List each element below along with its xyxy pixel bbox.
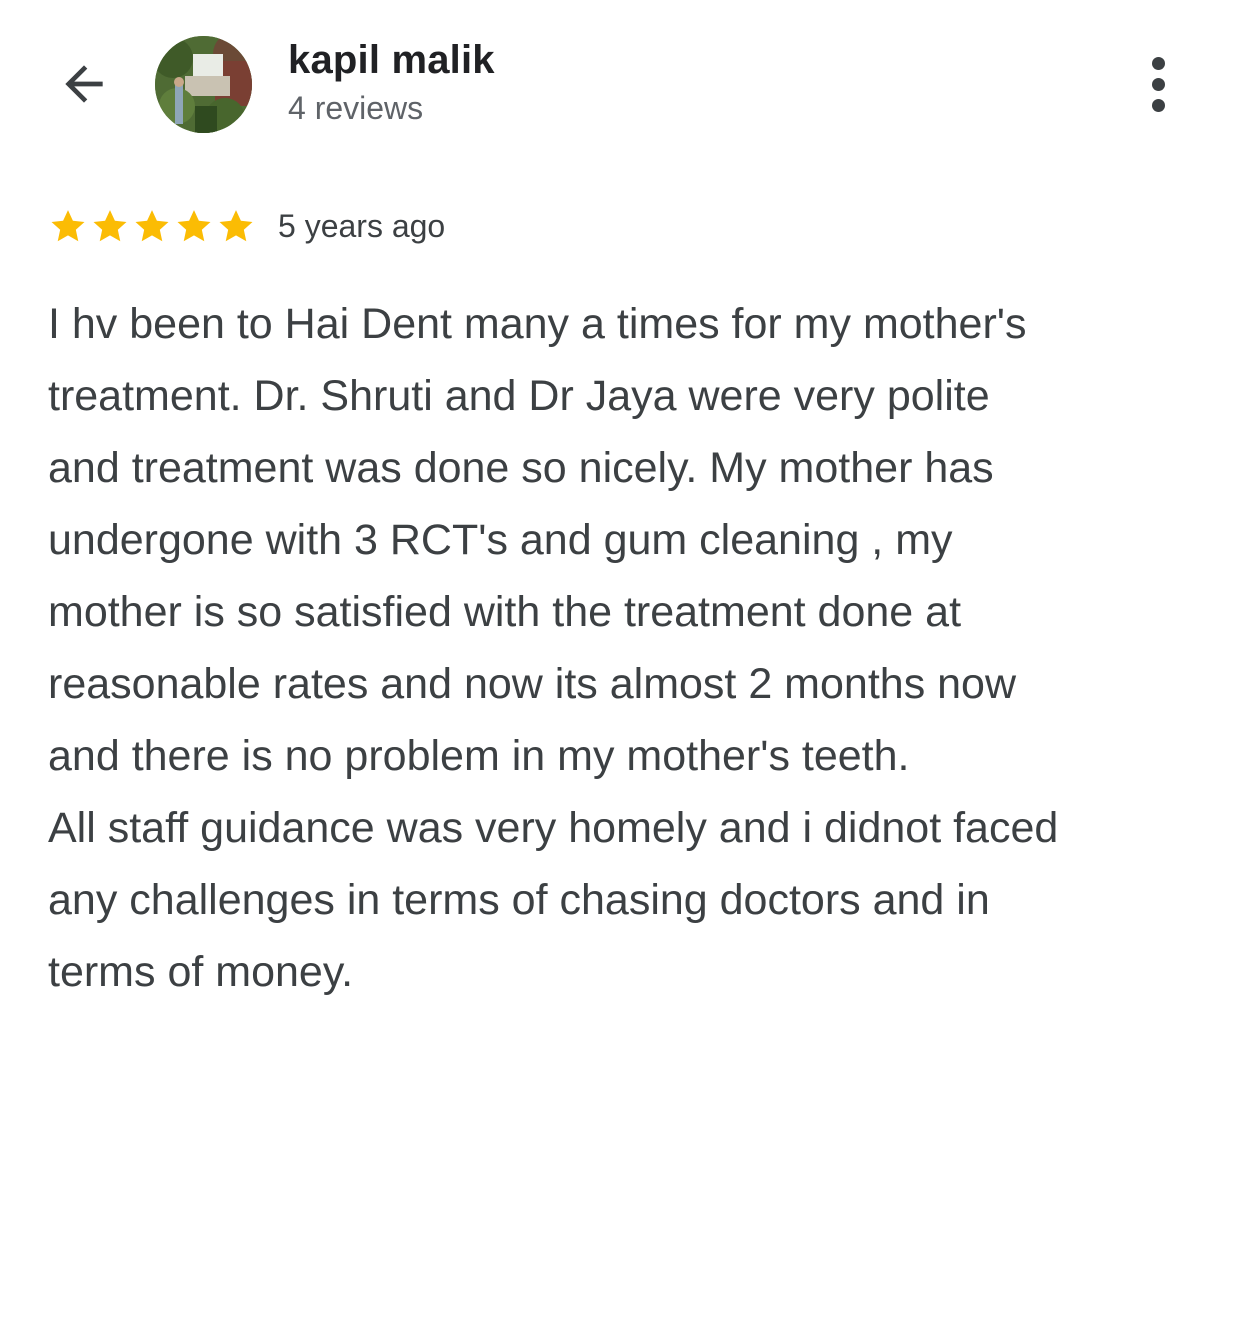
review-text: I hv been to Hai Dent many a times for m…: [48, 288, 1208, 1008]
more-vert-icon: [1151, 56, 1165, 70]
review-text-line: any challenges in terms of chasing docto…: [48, 876, 990, 924]
star-icon: [51, 210, 85, 242]
more-vert-icon-dot: [1151, 77, 1165, 91]
review-text-line: All staff guidance was very homely and i…: [48, 804, 1059, 852]
avatar-photo: [155, 36, 252, 133]
review-meta: 5 years ago: [48, 204, 445, 248]
review-text-line: mother is so satisfied with the treatmen…: [48, 588, 962, 636]
star-icon: [219, 210, 253, 242]
review-text-line: and treatment was done so nicely. My mot…: [48, 444, 994, 492]
review-text-line: terms of money.: [48, 948, 354, 996]
arrow-left-icon: [65, 65, 103, 103]
star-icon: [135, 210, 169, 242]
review-time: 5 years ago: [278, 207, 446, 244]
reviewer-avatar[interactable]: [155, 36, 252, 133]
reviewer-review-count[interactable]: 4 reviews: [288, 90, 423, 127]
review-text-line: I hv been to Hai Dent many a times for m…: [48, 300, 1027, 348]
star-rating: [48, 206, 256, 246]
review-text-line: and there is no problem in my mother's t…: [48, 732, 910, 780]
star-icon: [177, 210, 211, 242]
review-text-line: reasonable rates and now its almost 2 mo…: [48, 660, 1017, 708]
review-header: kapil malik 4 reviews: [0, 0, 1242, 170]
review-text-line: treatment. Dr. Shruti and Dr Jaya were v…: [48, 372, 990, 420]
more-options-button[interactable]: [1132, 52, 1184, 116]
more-vert-icon-dot: [1151, 98, 1165, 112]
star-icon: [93, 210, 127, 242]
reviewer-name[interactable]: kapil malik: [288, 38, 495, 83]
review-text-line: undergone with 3 RCT's and gum cleaning …: [48, 516, 953, 564]
back-button[interactable]: [52, 52, 116, 116]
